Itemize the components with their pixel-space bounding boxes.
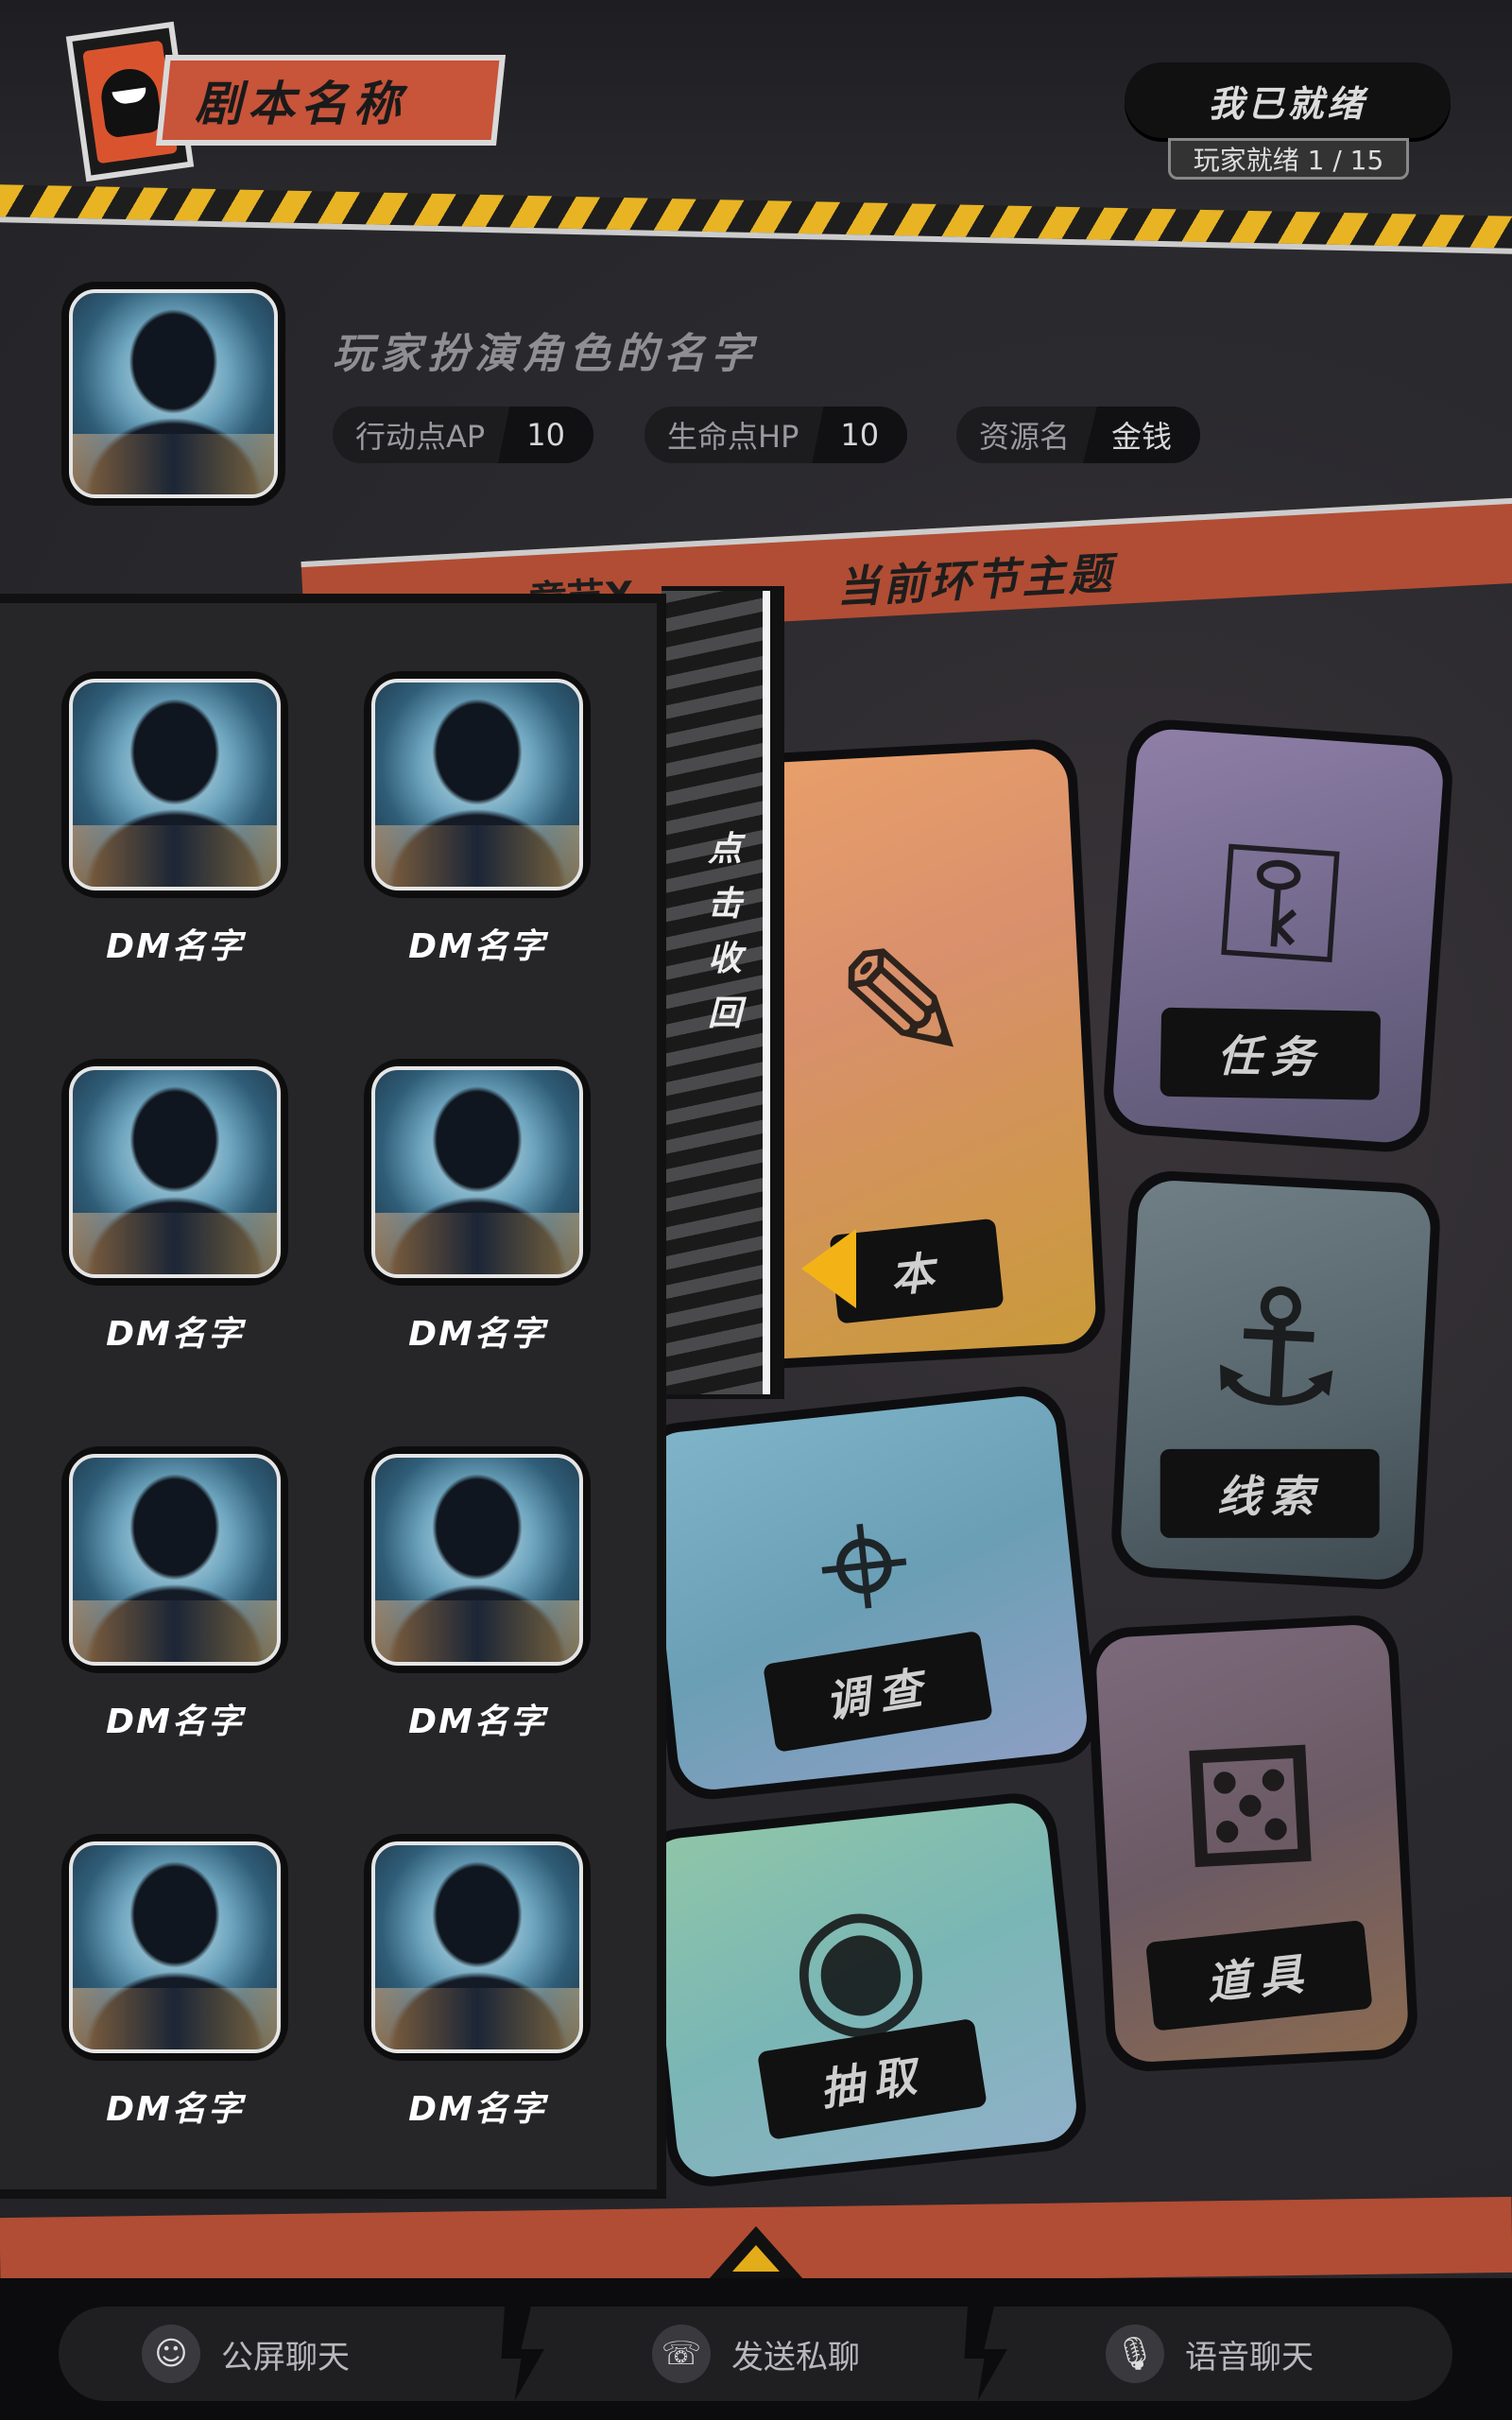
dm-name: DM名字 — [408, 1315, 546, 1354]
draw-card-eye-icon: ◉ — [780, 1862, 939, 2064]
ready-button-label: 我已就绪 — [1208, 82, 1367, 125]
ready-count-badge: 玩家就绪 1 / 15 — [1168, 138, 1409, 180]
microphone-icon: 🎙 — [1106, 2325, 1164, 2383]
card-clue-label: 线索 — [1160, 1448, 1380, 1538]
stat-resource-value: 金钱 — [1083, 406, 1201, 463]
voice-chat-label: 语音聊天 — [1185, 2338, 1314, 2377]
player-role-name: 玩家扮演角色的名字 — [333, 330, 758, 378]
dm-name: DM名字 — [106, 2090, 244, 2129]
dm-avatar — [69, 1454, 281, 1666]
investigate-target-icon: ⌖ — [809, 1466, 919, 1663]
stat-hp: 生命点HP 10 — [644, 406, 908, 463]
task-key-icon: ⚿ — [1212, 806, 1349, 1002]
clue-hook-icon: ⚓ — [1200, 1252, 1354, 1447]
props-dice-icon: ⚄ — [1176, 1712, 1326, 1907]
dm-name: DM名字 — [106, 1315, 244, 1354]
dm-name: DM名字 — [408, 1703, 546, 1741]
collapse-label: 点击收回 — [707, 830, 742, 1033]
stat-ap: 行动点AP 10 — [333, 406, 593, 463]
card-task[interactable]: ⚿ 任务 — [1101, 717, 1455, 1155]
script-pen-icon: ✎ — [830, 909, 975, 1104]
dm-item[interactable]: DM名字 — [61, 1059, 288, 1356]
stat-ap-value: 10 — [498, 406, 593, 463]
card-investigate-label: 调查 — [762, 1630, 993, 1753]
dm-item[interactable]: DM名字 — [61, 1834, 288, 2131]
dm-avatar — [371, 1066, 583, 1278]
stat-hp-label: 生命点HP — [667, 419, 799, 455]
player-avatar-image — [69, 289, 278, 498]
script-title: 剧本名称 — [195, 77, 406, 131]
dm-item[interactable]: DM名字 — [364, 1446, 591, 1743]
dm-item[interactable]: DM名字 — [364, 1059, 591, 1356]
public-chat-icon: ☺ — [142, 2325, 200, 2383]
private-chat-label: 发送私聊 — [731, 2338, 860, 2377]
stat-hp-value: 10 — [812, 406, 908, 463]
card-draw[interactable]: ◉ 抽取 — [634, 1789, 1091, 2191]
stat-resource: 资源名 金钱 — [956, 406, 1201, 463]
dm-name: DM名字 — [106, 927, 244, 966]
stat-ap-label: 行动点AP — [355, 419, 486, 455]
dm-avatar — [69, 1841, 281, 2053]
dm-name: DM名字 — [106, 1703, 244, 1741]
dm-item[interactable]: DM名字 — [61, 671, 288, 968]
ready-button[interactable]: 我已就绪 — [1125, 62, 1451, 138]
dm-avatar — [69, 1066, 281, 1278]
player-avatar[interactable] — [61, 282, 285, 506]
dm-item[interactable]: DM名字 — [364, 671, 591, 968]
card-draw-label: 抽取 — [756, 2017, 988, 2141]
stat-resource-label: 资源名 — [979, 419, 1071, 455]
script-title-banner: 剧本名称 — [155, 55, 507, 146]
dm-name: DM名字 — [408, 927, 546, 966]
private-chat-icon: ☏ — [652, 2325, 711, 2383]
public-chat-button[interactable]: ☺ 公屏聊天 — [142, 2311, 350, 2396]
dm-avatar — [371, 1454, 583, 1666]
dm-avatar — [371, 679, 583, 890]
card-props-label: 道具 — [1145, 1919, 1373, 2031]
card-props[interactable]: ⚄ 道具 — [1084, 1613, 1420, 2074]
public-chat-label: 公屏聊天 — [221, 2338, 350, 2377]
voice-chat-button[interactable]: 🎙 语音聊天 — [1106, 2311, 1314, 2396]
dm-item[interactable]: DM名字 — [364, 1834, 591, 2131]
dm-avatar — [371, 1841, 583, 2053]
dm-item[interactable]: DM名字 — [61, 1446, 288, 1743]
dm-name: DM名字 — [408, 2090, 546, 2129]
collapse-arrow-icon[interactable] — [801, 1229, 856, 1308]
card-investigate[interactable]: ⌖ 调查 — [633, 1382, 1101, 1804]
card-task-label: 任务 — [1159, 1007, 1381, 1100]
card-clue[interactable]: ⚓ 线索 — [1108, 1168, 1443, 1592]
dm-avatar — [69, 679, 281, 890]
private-chat-button[interactable]: ☏ 发送私聊 — [652, 2311, 860, 2396]
